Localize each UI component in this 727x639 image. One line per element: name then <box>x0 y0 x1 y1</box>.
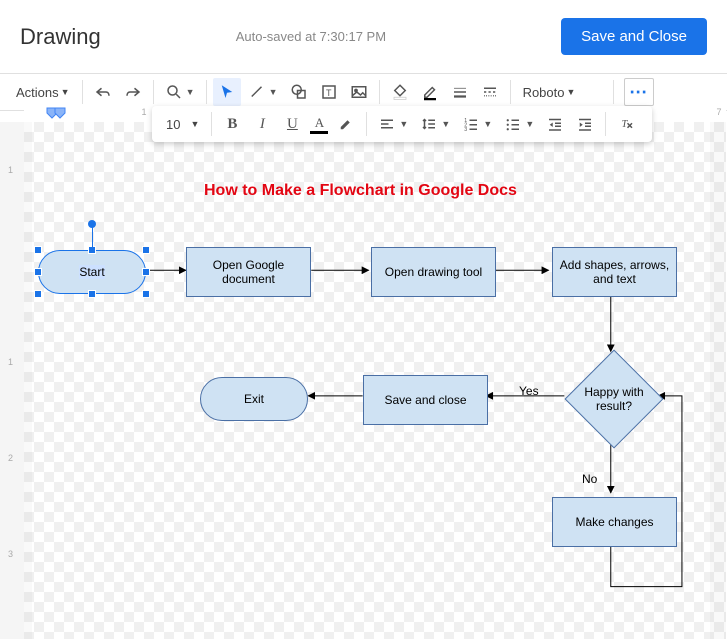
divider <box>366 112 367 136</box>
ruler-tick: 7 <box>716 107 721 117</box>
numbered-list-button[interactable]: 123 ▼ <box>457 110 497 138</box>
shape-start[interactable]: Start <box>38 250 146 294</box>
divider <box>206 80 207 104</box>
resize-handle-w[interactable] <box>34 268 42 276</box>
ruler-tick: 1 <box>141 107 146 117</box>
increase-indent-button[interactable] <box>571 110 599 138</box>
decrease-indent-button[interactable] <box>541 110 569 138</box>
vertical-ruler: 1 1 2 3 4 <box>0 122 24 639</box>
autosave-status: Auto-saved at 7:30:17 PM <box>61 29 561 44</box>
label-no: No <box>582 472 597 486</box>
font-size-value: 10 <box>166 117 180 132</box>
textbox-tool[interactable]: T <box>315 78 343 106</box>
resize-handle-nw[interactable] <box>34 246 42 254</box>
divider <box>613 80 614 104</box>
font-family-select[interactable]: Roboto▼ <box>517 85 607 100</box>
shape-open-doc-text: Open Google document <box>191 258 306 286</box>
align-button[interactable]: ▼ <box>373 110 413 138</box>
redo-button[interactable] <box>119 78 147 106</box>
font-size-select[interactable]: 10▼ <box>160 115 205 134</box>
border-weight-button[interactable] <box>446 78 474 106</box>
undo-button[interactable] <box>89 78 117 106</box>
shape-start-text: Start <box>79 265 104 279</box>
divider <box>379 80 380 104</box>
more-options-button[interactable]: ⋯ <box>624 78 654 106</box>
zoom-menu[interactable]: ▼ <box>160 78 200 106</box>
shape-open-tool[interactable]: Open drawing tool <box>371 247 496 297</box>
shape-open-tool-text: Open drawing tool <box>385 265 482 279</box>
line-tool[interactable]: ▼ <box>243 78 283 106</box>
border-dash-button[interactable] <box>476 78 504 106</box>
divider <box>153 80 154 104</box>
shape-save-close[interactable]: Save and close <box>363 375 488 425</box>
ruler-tick: 1 <box>8 357 13 367</box>
shape-decision-text: Happy with result? <box>584 385 644 413</box>
shape-add-shapes[interactable]: Add shapes, arrows, and text <box>552 247 677 297</box>
shape-open-doc[interactable]: Open Google document <box>186 247 311 297</box>
select-tool[interactable] <box>213 78 241 106</box>
divider <box>510 80 511 104</box>
resize-handle-s[interactable] <box>88 290 96 298</box>
resize-handle-n[interactable] <box>88 246 96 254</box>
divider <box>211 112 212 136</box>
save-and-close-button[interactable]: Save and Close <box>561 18 707 55</box>
label-yes: Yes <box>519 384 539 398</box>
shape-tool[interactable] <box>285 78 313 106</box>
drawing-canvas[interactable]: How to Make a Flowchart in Google Docs S… <box>24 122 726 639</box>
divider <box>605 112 606 136</box>
shape-add-shapes-text: Add shapes, arrows, and text <box>557 258 672 286</box>
margin-right-handle[interactable] <box>54 106 66 118</box>
text-toolbar: 10▼ B I U A ▼ ▼ 123 ▼ ▼ T <box>152 106 652 142</box>
ruler-tick: 2 <box>8 453 13 463</box>
text-color-button[interactable]: A <box>308 110 330 138</box>
image-tool[interactable] <box>345 78 373 106</box>
resize-handle-sw[interactable] <box>34 290 42 298</box>
shape-make-changes[interactable]: Make changes <box>552 497 677 547</box>
font-family-label: Roboto <box>523 85 565 100</box>
resize-handle-se[interactable] <box>142 290 150 298</box>
shape-save-close-text: Save and close <box>384 393 466 407</box>
actions-menu[interactable]: Actions▼ <box>10 81 76 104</box>
svg-text:T: T <box>326 88 332 98</box>
italic-button[interactable]: I <box>248 110 276 138</box>
flowchart-title[interactable]: How to Make a Flowchart in Google Docs <box>204 182 517 200</box>
border-color-button[interactable] <box>416 78 444 106</box>
shape-exit[interactable]: Exit <box>200 377 308 421</box>
clear-formatting-button[interactable]: T <box>612 110 640 138</box>
bold-button[interactable]: B <box>218 110 246 138</box>
resize-handle-e[interactable] <box>142 268 150 276</box>
rotation-line <box>92 227 93 247</box>
bulleted-list-button[interactable]: ▼ <box>499 110 539 138</box>
resize-handle-ne[interactable] <box>142 246 150 254</box>
ruler-tick: 1 <box>8 165 13 175</box>
svg-text:3: 3 <box>465 127 468 133</box>
svg-text:T: T <box>622 119 629 130</box>
highlight-button[interactable] <box>332 110 360 138</box>
rotation-handle[interactable] <box>88 220 96 228</box>
shape-make-changes-text: Make changes <box>575 515 653 529</box>
actions-label: Actions <box>16 85 59 100</box>
fill-color-button[interactable] <box>386 78 414 106</box>
divider <box>82 80 83 104</box>
line-spacing-button[interactable]: ▼ <box>415 110 455 138</box>
shape-decision[interactable]: Happy with result? <box>579 364 649 434</box>
ruler-tick: 3 <box>8 549 13 559</box>
shape-exit-text: Exit <box>244 392 264 406</box>
underline-button[interactable]: U <box>278 110 306 138</box>
